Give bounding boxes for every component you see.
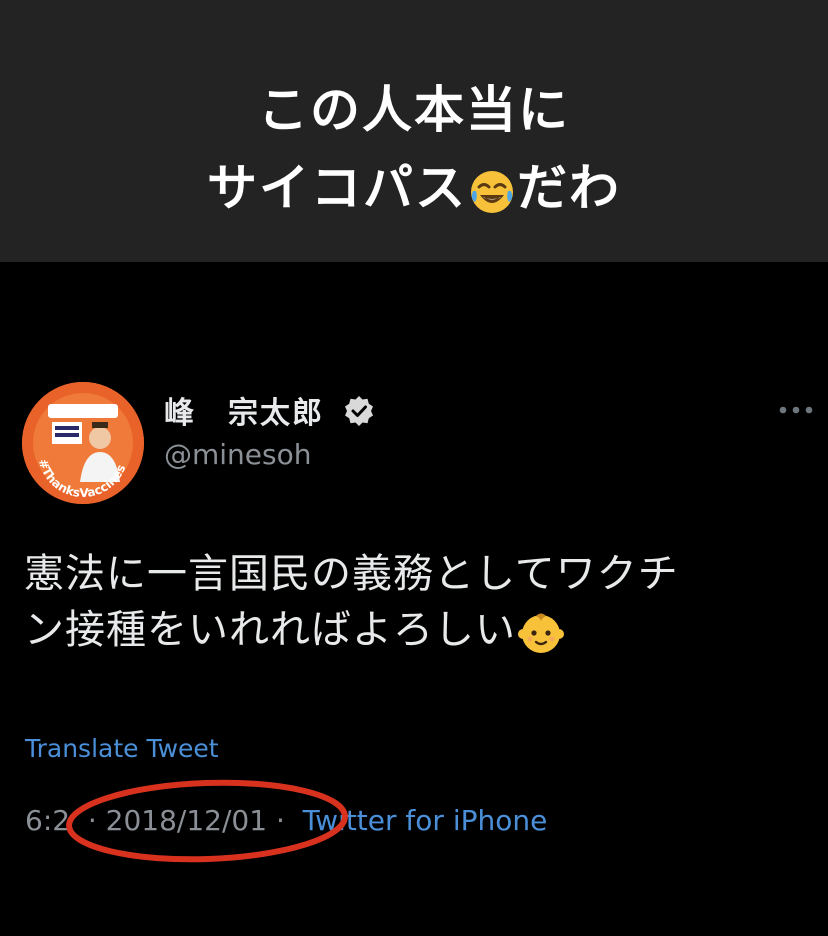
avatar-image: #ThanksVaccines: [22, 382, 144, 504]
tweet-card: #ThanksVaccines 峰 宗太郎 @minesoh 憲法に一言国民の義…: [0, 262, 828, 936]
author-handle[interactable]: @minesoh: [164, 438, 312, 471]
tweet-text-line-2: ン接種をいれればよろしい: [24, 602, 814, 658]
caption-line-1: この人本当に: [258, 81, 570, 139]
author-name[interactable]: 峰 宗太郎: [164, 388, 324, 432]
tweet-text: 憲法に一言国民の義務としてワクチ ン接種をいれればよろしい: [24, 546, 814, 658]
author-avatar[interactable]: #ThanksVaccines: [22, 382, 144, 504]
caption-band: この人本当に サイコパス だわ: [0, 0, 828, 262]
tweet-meta: 6:2 · 2018/12/01 · Twitter for iPhone: [25, 804, 547, 837]
translate-tweet-link[interactable]: Translate Tweet: [25, 734, 219, 763]
verified-badge-icon: [345, 396, 373, 426]
face-with-tears-of-joy-icon: [471, 170, 513, 213]
tweet-time[interactable]: 6:2: [25, 804, 70, 837]
more-dots-icon[interactable]: [778, 405, 814, 415]
tweet-text-line-2-text: ン接種をいれればよろしい: [24, 607, 516, 653]
tweet-source-link[interactable]: Twitter for iPhone: [303, 804, 548, 837]
tweet-date[interactable]: · 2018/12/01 ·: [88, 804, 285, 837]
caption-line-2-suffix: だわ: [517, 159, 621, 217]
baby-emoji-icon: [518, 613, 564, 653]
tweet-text-line-1: 憲法に一言国民の義務としてワクチ: [24, 551, 679, 597]
caption-line-2: サイコパス だわ: [0, 158, 828, 218]
caption-line-2-prefix: サイコパス: [207, 159, 467, 217]
